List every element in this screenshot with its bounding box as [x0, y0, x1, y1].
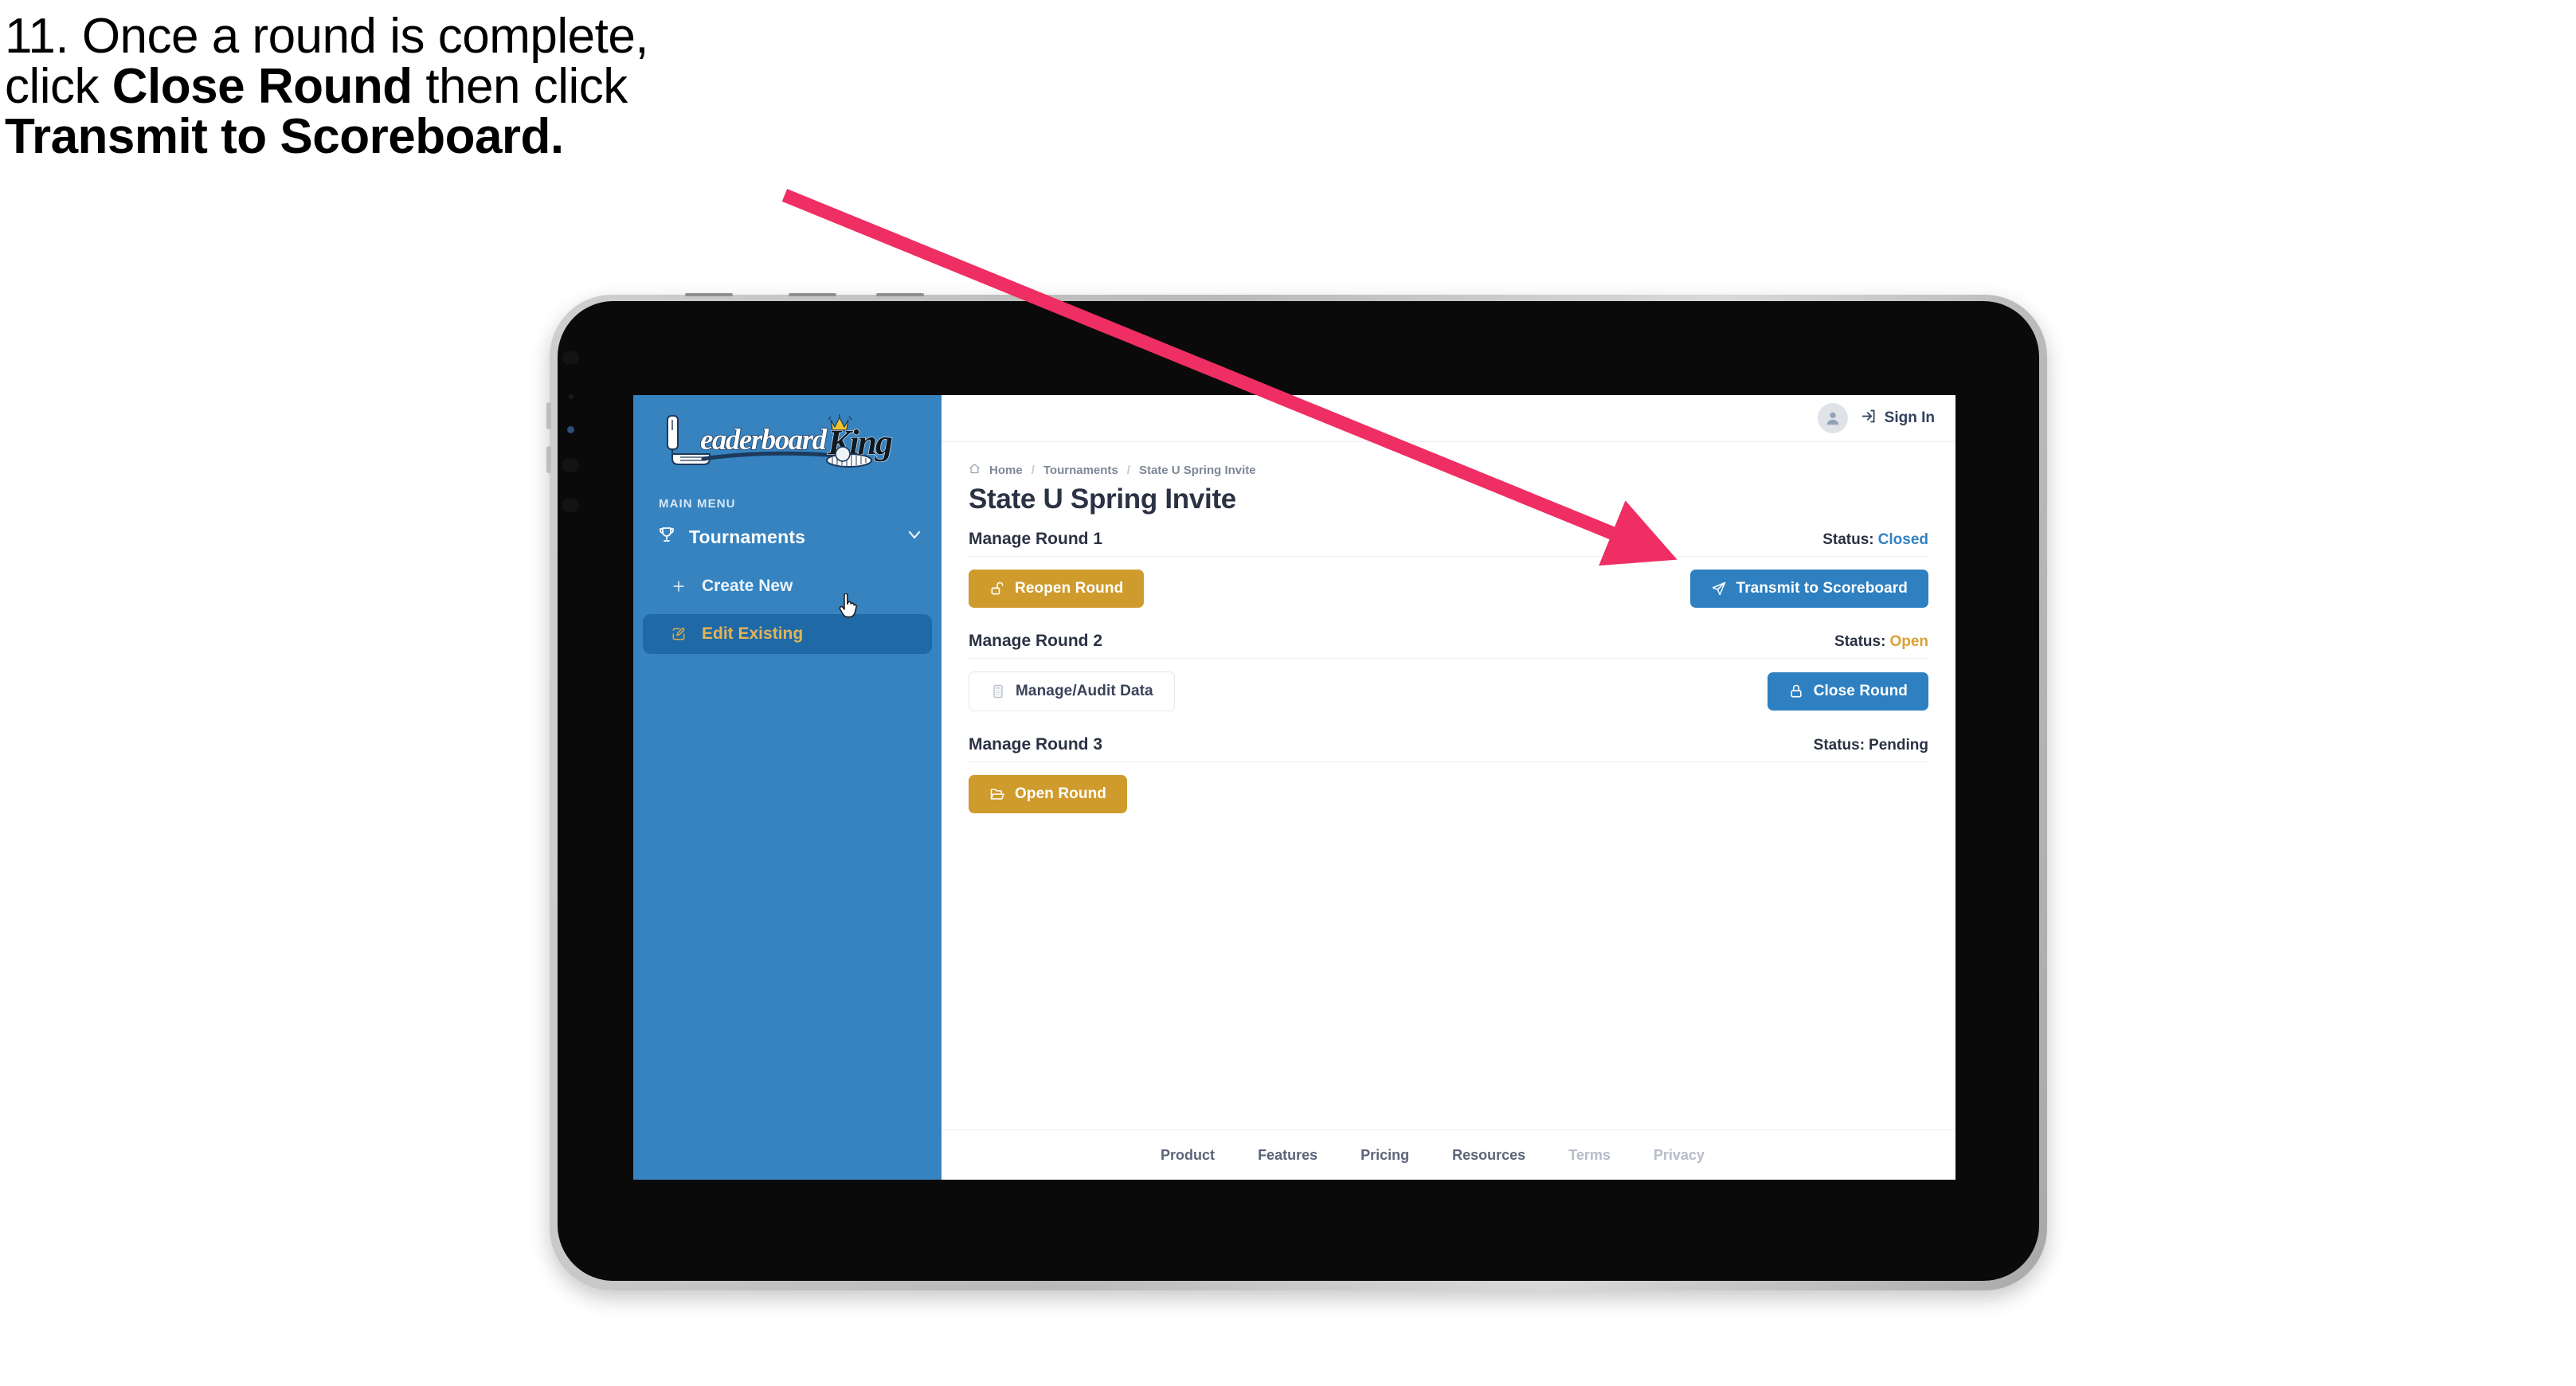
sidebar: eaderboard King MAIN MENU Tournaments Cr… [633, 395, 942, 1180]
breadcrumb-item-current: State U Spring Invite [1138, 464, 1256, 477]
footer-link-terms[interactable]: Terms [1568, 1147, 1611, 1164]
round-title: Manage Round 1 [969, 530, 1103, 548]
plus-icon [668, 578, 689, 594]
reopen-round-button[interactable]: Reopen Round [969, 570, 1145, 608]
round-header: Manage Round 3 Status: Pending [969, 735, 1928, 762]
footer-link-features[interactable]: Features [1258, 1147, 1317, 1164]
status-badge: Status: Pending [1814, 737, 1928, 754]
reopen-round-label: Reopen Round [1015, 580, 1124, 597]
breadcrumb: Home / Tournaments / State U Spring Invi… [969, 463, 1928, 478]
tablet-top-notch-1 [685, 293, 733, 296]
main-content: Sign In Home / Tournaments / State U Spr… [942, 395, 1955, 1180]
round-actions: Open Round [969, 762, 1928, 813]
status-badge: Status: Closed [1822, 531, 1928, 549]
svg-text:eaderboard: eaderboard [700, 424, 828, 456]
sidebar-item-create-new-label: Create New [702, 577, 793, 595]
breadcrumb-separator: / [1126, 464, 1130, 477]
caption-line-2-prefix: click [5, 59, 112, 115]
sidebar-item-edit-existing-label: Edit Existing [702, 624, 804, 643]
sidebar-item-tournaments[interactable]: Tournaments [633, 515, 942, 558]
footer-link-privacy[interactable]: Privacy [1654, 1147, 1705, 1164]
tablet-camera-2 [562, 458, 579, 472]
calculator-icon [990, 683, 1006, 699]
pointing-hand-cursor [837, 593, 861, 624]
tablet-indicator-led [567, 426, 574, 433]
close-round-button[interactable]: Close Round [1767, 672, 1928, 711]
tablet-sensor-dot [569, 394, 574, 399]
content-area: Home / Tournaments / State U Spring Invi… [942, 442, 1955, 1130]
caption-line-1: 11. Once a round is complete, [5, 9, 649, 64]
round-actions: Reopen Round Transmit to Scoreboard [969, 557, 1928, 608]
avatar[interactable] [1817, 403, 1848, 433]
breadcrumb-item-tournaments[interactable]: Tournaments [1043, 464, 1118, 477]
close-round-label: Close Round [1813, 683, 1908, 699]
app-body: eaderboard King MAIN MENU Tournaments Cr… [633, 395, 1955, 1180]
round-block-2: Manage Round 2 Status: Open Manage/Audit… [969, 632, 1928, 711]
tablet-top-notch-2 [789, 293, 836, 296]
footer: Product Features Pricing Resources Terms… [942, 1130, 1955, 1180]
sign-in-icon [1861, 408, 1877, 429]
brand-logo[interactable]: eaderboard King [633, 395, 942, 476]
tablet-top-notch-3 [876, 293, 924, 296]
round-actions: Manage/Audit Data Close Round [969, 659, 1928, 711]
user-avatar-icon [1826, 412, 1839, 425]
caption-line-2-suffix: then click [412, 59, 628, 115]
sign-in-label: Sign In [1884, 409, 1935, 426]
transmit-to-scoreboard-button[interactable]: Transmit to Scoreboard [1689, 570, 1928, 608]
topbar: Sign In [942, 395, 1955, 442]
sidebar-item-tournaments-label: Tournaments [689, 526, 806, 547]
status-label: Status: [1813, 737, 1865, 754]
app-viewport: eaderboard King MAIN MENU Tournaments Cr… [633, 395, 1955, 1180]
instruction-caption: 11. Once a round is complete, click Clos… [5, 11, 849, 162]
status-label: Status: [1822, 531, 1874, 548]
breadcrumb-item-home[interactable]: Home [989, 464, 1023, 477]
tablet-camera-1 [562, 350, 579, 365]
footer-link-pricing[interactable]: Pricing [1360, 1147, 1409, 1164]
caption-line-2: click Close Round then click [5, 61, 849, 112]
round-title: Manage Round 3 [969, 735, 1103, 754]
status-value: Open [1889, 633, 1928, 650]
round-header: Manage Round 2 Status: Open [969, 632, 1928, 659]
round-block-3: Manage Round 3 Status: Pending Open Roun… [969, 735, 1928, 813]
pencil-square-icon [668, 626, 689, 642]
breadcrumb-separator: / [1031, 464, 1035, 477]
folder-open-icon [989, 786, 1005, 802]
round-block-1: Manage Round 1 Status: Closed Reopen Rou… [969, 530, 1928, 608]
sidebar-section-label: MAIN MENU [659, 497, 736, 511]
manage-audit-data-label: Manage/Audit Data [1016, 683, 1153, 699]
chevron-down-icon[interactable] [905, 525, 924, 549]
leaderboard-king-logo-icon: eaderboard King [667, 414, 893, 468]
page-title: State U Spring Invite [969, 484, 1236, 515]
tablet-side-button-top [546, 402, 551, 429]
caption-line-3: Transmit to Scoreboard. [5, 109, 564, 165]
status-value: Closed [1877, 531, 1928, 548]
home-icon[interactable] [969, 463, 981, 478]
tablet-side-button-bottom [546, 446, 551, 473]
caption-line-2-bold: Close Round [112, 59, 413, 115]
status-value: Pending [1869, 737, 1928, 754]
footer-link-resources[interactable]: Resources [1452, 1147, 1525, 1164]
sidebar-item-create-new[interactable]: Create New [643, 566, 932, 606]
manage-audit-data-button[interactable]: Manage/Audit Data [969, 671, 1175, 711]
transmit-to-scoreboard-label: Transmit to Scoreboard [1736, 580, 1908, 597]
trophy-icon [657, 525, 676, 549]
open-round-button[interactable]: Open Round [969, 775, 1127, 813]
unlock-icon [989, 581, 1005, 597]
footer-link-product[interactable]: Product [1161, 1147, 1215, 1164]
lock-icon [1788, 683, 1804, 699]
tablet-camera-3 [562, 498, 579, 512]
round-header: Manage Round 1 Status: Closed [969, 530, 1928, 557]
round-title: Manage Round 2 [969, 632, 1103, 650]
paper-plane-icon [1711, 581, 1727, 597]
open-round-label: Open Round [1015, 785, 1106, 802]
sidebar-item-edit-existing[interactable]: Edit Existing [643, 614, 932, 654]
status-badge: Status: Open [1834, 633, 1928, 651]
status-label: Status: [1834, 633, 1886, 650]
sign-in-button[interactable]: Sign In [1861, 408, 1935, 429]
